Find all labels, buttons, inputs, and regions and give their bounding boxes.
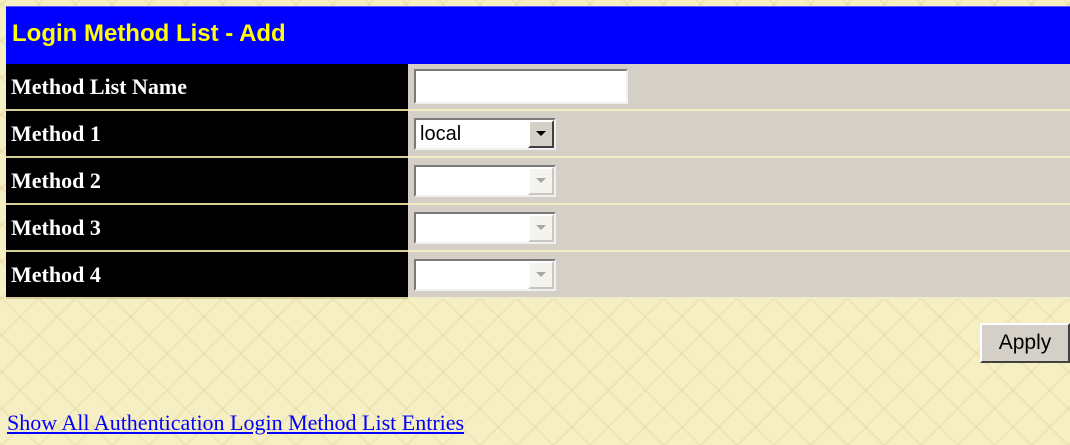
title-bar: Login Method List - Add [6,6,1070,64]
chevron-down-icon [536,225,546,230]
method-2-value-cell [408,158,1070,205]
chevron-down-icon [536,131,546,136]
page-title: Login Method List - Add [12,20,286,47]
method-4-label: Method 4 [11,262,101,287]
method-2-select[interactable] [414,165,556,197]
method-2-dropdown-button[interactable] [528,167,554,195]
chevron-down-icon [536,178,546,183]
method-list-name-label: Method List Name [11,74,187,99]
method-4-label-cell: Method 4 [6,252,408,299]
method-1-label-cell: Method 1 [6,111,408,158]
method-2-label: Method 2 [11,168,101,193]
method-list-name-value-cell [408,64,1070,111]
chevron-down-icon [536,272,546,277]
method-list-name-input[interactable] [414,69,628,104]
method-3-dropdown-button[interactable] [528,214,554,242]
method-4-select[interactable] [414,259,556,291]
method-1-dropdown-button[interactable] [528,120,554,148]
method-list-name-label-cell: Method List Name [6,64,408,111]
method-2-label-cell: Method 2 [6,158,408,205]
row-method-4: Method 4 [6,252,1070,299]
method-3-select[interactable] [414,212,556,244]
method-3-label: Method 3 [11,215,101,240]
method-1-selected-value: local [420,123,462,145]
login-method-list-add-panel: Login Method List - Add Method List Name… [0,0,1070,445]
row-method-list-name: Method List Name [6,64,1070,111]
row-method-3: Method 3 [6,205,1070,252]
method-1-label: Method 1 [11,121,101,146]
method-1-value-cell: local [408,111,1070,158]
method-3-label-cell: Method 3 [6,205,408,252]
method-4-value-cell [408,252,1070,299]
method-4-dropdown-button[interactable] [528,261,554,289]
method-3-value-cell [408,205,1070,252]
row-method-1: Method 1 local [6,111,1070,158]
apply-button[interactable]: Apply [980,323,1070,363]
show-all-entries-link[interactable]: Show All Authentication Login Method Lis… [7,410,464,436]
method-1-select[interactable]: local [414,118,556,150]
row-method-2: Method 2 [6,158,1070,205]
